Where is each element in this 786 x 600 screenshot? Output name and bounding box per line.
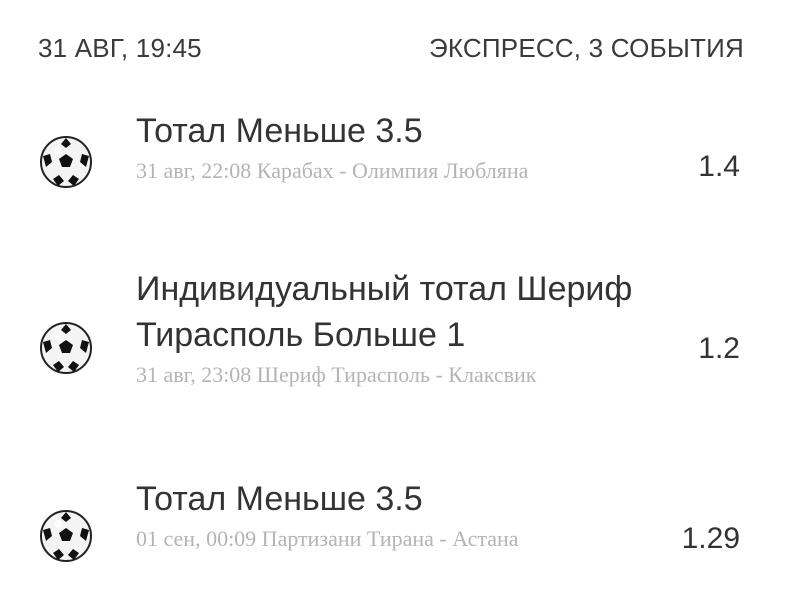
event-market: Тотал Меньше 3.5	[136, 480, 423, 518]
bet-type-label: ЭКСПРЕСС, 3 СОБЫТИЯ	[428, 32, 744, 63]
event-match-info: 01 сен, 00:09 Партизани Тирана - Астана	[136, 526, 519, 551]
event-details: Тотал Меньше 3.5 01 сен, 00:09 Партизани…	[136, 476, 656, 556]
soccer-ball-icon	[40, 136, 92, 188]
event-details: Тотал Меньше 3.5 31 авг, 22:08 Карабах -…	[136, 108, 656, 188]
event-odds: 1.4	[698, 150, 740, 183]
soccer-ball-icon	[40, 322, 92, 374]
event-details: Индивидуальный тотал Шериф Тирасполь Бол…	[136, 266, 656, 392]
event-match-info: 31 авг, 22:08 Карабах - Олимпия Любляна	[136, 158, 529, 183]
event-item[interactable]: Индивидуальный тотал Шериф Тирасполь Бол…	[0, 266, 786, 446]
event-odds: 1.2	[698, 332, 740, 365]
bet-datetime: 31 АВГ, 19:45	[38, 32, 202, 63]
event-market: Тотал Меньше 3.5	[136, 112, 423, 150]
soccer-ball-icon	[40, 510, 92, 562]
event-market: Индивидуальный тотал Шериф Тирасполь Бол…	[136, 270, 633, 354]
event-item[interactable]: Тотал Меньше 3.5 31 авг, 22:08 Карабах -…	[0, 108, 786, 238]
bet-header: 31 АВГ, 19:45 ЭКСПРЕСС, 3 СОБЫТИЯ	[38, 28, 744, 68]
event-match-info: 31 авг, 23:08 Шериф Тирасполь - Клаксвик	[136, 362, 537, 387]
event-item[interactable]: Тотал Меньше 3.5 01 сен, 00:09 Партизани…	[0, 476, 786, 600]
event-odds: 1.29	[681, 522, 740, 555]
